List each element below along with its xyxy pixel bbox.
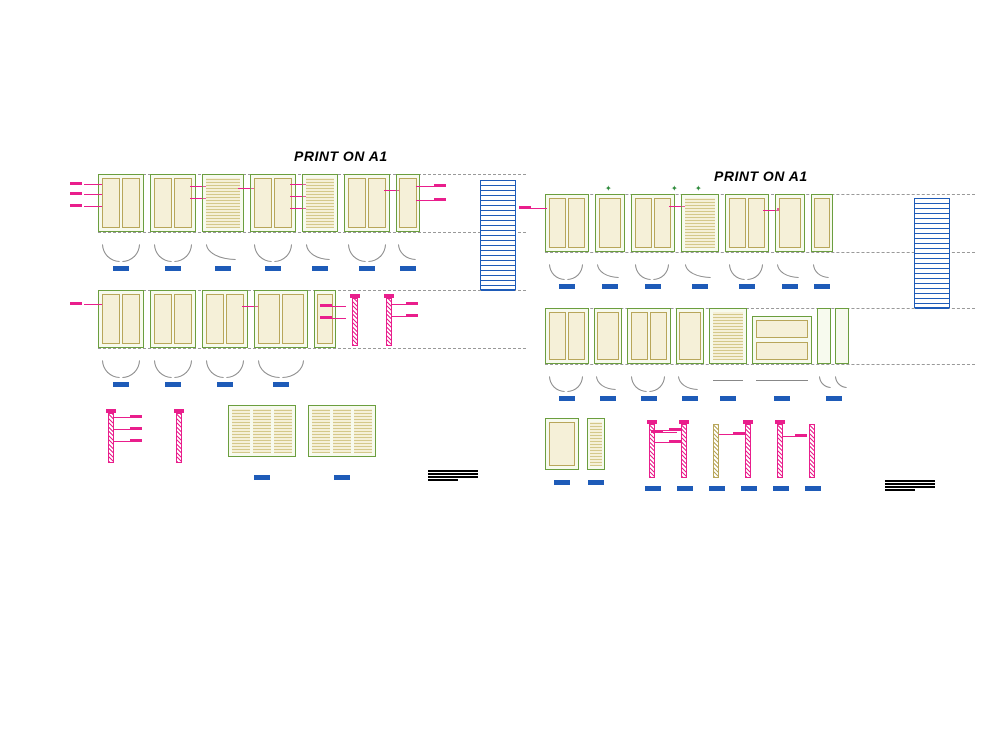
- swing-rs11: [676, 376, 704, 404]
- door-r3: ✦: [631, 194, 675, 252]
- sheet-left: [98, 150, 526, 550]
- section-rsec1: [641, 418, 665, 482]
- swing-s3: [202, 244, 244, 272]
- door-r9: [594, 308, 622, 364]
- row2-swings: [98, 360, 526, 388]
- door-d11: [254, 290, 308, 348]
- swing-s9: [150, 360, 196, 388]
- row3: [98, 405, 526, 465]
- door-d12: [314, 290, 336, 348]
- legend-right: [914, 198, 950, 308]
- door-r4: ✦: [681, 194, 719, 252]
- door-r11: [676, 308, 704, 364]
- section-sec4: [166, 405, 194, 465]
- swing-s2: [150, 244, 196, 272]
- row1-doors: [98, 174, 526, 232]
- door-r15: [545, 418, 579, 470]
- datum-line: [98, 232, 526, 233]
- swing-rs2: [595, 264, 625, 292]
- door-r8: [545, 308, 589, 364]
- door-d4: [250, 174, 296, 232]
- r-row1-swings: [545, 264, 975, 292]
- notes-block-right: [885, 480, 935, 492]
- door-r1: [545, 194, 589, 252]
- swing-s4: [250, 244, 296, 272]
- door-d3: [202, 174, 244, 232]
- swing-s1: [98, 244, 144, 272]
- swing-s5: [302, 244, 338, 272]
- section-rsec5: [769, 418, 793, 482]
- door-r6: [775, 194, 805, 252]
- door-r2: ✦: [595, 194, 625, 252]
- door-d9: [150, 290, 196, 348]
- swing-s10: [202, 360, 248, 388]
- swing-rs10: [627, 376, 671, 404]
- swing-rs4: [681, 264, 719, 292]
- swing-rs13: [752, 376, 812, 404]
- r-row3: [545, 418, 975, 482]
- section-sec3: [98, 405, 126, 465]
- r-row2-doors: [545, 308, 975, 364]
- section-sec1: [342, 290, 370, 346]
- section-sec2: [376, 290, 404, 346]
- swing-rs8: [545, 376, 589, 404]
- window-win1: [228, 405, 298, 465]
- door-r10: [627, 308, 671, 364]
- datum-line: [545, 252, 975, 253]
- section-rsec4: [737, 418, 761, 482]
- datum-line: [98, 348, 526, 349]
- door-d10: [202, 290, 248, 348]
- swing-rs1: [545, 264, 589, 292]
- legend-left: [480, 180, 516, 290]
- swing-rs14: [817, 376, 851, 404]
- swing-rs6: [775, 264, 805, 292]
- door-d8: [98, 290, 144, 348]
- window-win2: [308, 405, 378, 465]
- r-row1-doors: ✦ ✦ ✦: [545, 194, 975, 252]
- door-r13: [752, 316, 812, 364]
- swing-rs9: [594, 376, 622, 404]
- row2-doors: [98, 290, 526, 348]
- swing-s11: [254, 360, 308, 388]
- door-d5: [302, 174, 338, 232]
- swing-rs7: [811, 264, 833, 292]
- swing-s6: [344, 244, 390, 272]
- door-r16: [587, 418, 605, 470]
- swing-rs5: [725, 264, 769, 292]
- section-rsec3: [705, 418, 729, 482]
- swing-rs12: [709, 376, 747, 404]
- notes-block-left: [428, 470, 478, 482]
- section-rsec2: [673, 418, 697, 482]
- r-row2-swings: [545, 376, 975, 404]
- swing-s7: [396, 244, 420, 272]
- door-d7: [396, 174, 420, 232]
- row1-swings: [98, 244, 526, 272]
- swing-rs3: [631, 264, 675, 292]
- datum-line: [545, 364, 975, 365]
- swing-s8: [98, 360, 144, 388]
- door-d1: [98, 174, 144, 232]
- door-d2: [150, 174, 196, 232]
- door-r7: [811, 194, 833, 252]
- door-r5: [725, 194, 769, 252]
- sheet-right: ✦ ✦ ✦: [545, 170, 975, 570]
- door-r12: [709, 308, 747, 364]
- door-d6: [344, 174, 390, 232]
- section-rsec6: [801, 418, 825, 482]
- door-r14: [817, 308, 851, 364]
